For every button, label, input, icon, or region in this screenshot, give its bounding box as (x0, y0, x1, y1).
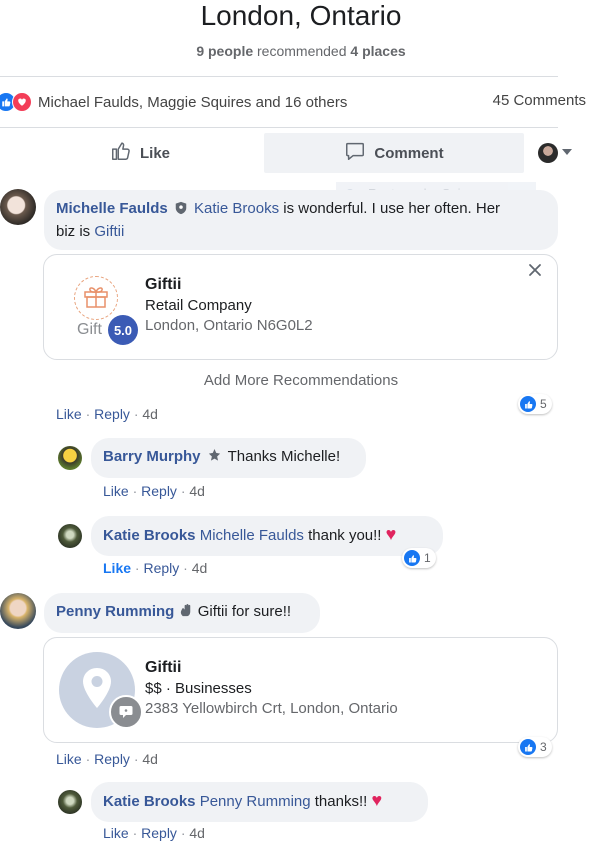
comment-actions: Like · Reply · 4d (56, 406, 158, 422)
reaction-count[interactable]: 5 (518, 394, 552, 414)
add-more-recommendations[interactable]: Add More Recommendations (0, 372, 602, 389)
summary-connector: recommended (253, 43, 351, 59)
comment-reply-link[interactable]: Reply (141, 825, 177, 841)
comment-text: thank you!! (303, 527, 382, 544)
comment-reply-link[interactable]: Reply (94, 406, 130, 422)
comment-text: is wonderful. I use her often. Her (279, 200, 501, 217)
card-category: $$ · Businesses (145, 680, 252, 697)
comment-author[interactable]: Katie Brooks (103, 527, 196, 544)
reactors-names[interactable]: Michael Faulds, Maggie Squires and 16 ot… (38, 94, 347, 111)
reaction-count-number: 3 (540, 740, 547, 754)
places-count[interactable]: 4 places (350, 43, 405, 59)
caret-down-icon[interactable] (562, 149, 572, 155)
comment-time[interactable]: 4d (142, 406, 158, 422)
comment-bubble: Michelle Faulds Katie Brooks is wonderfu… (44, 190, 558, 250)
comment-author[interactable]: Michelle Faulds (56, 200, 168, 217)
card-title[interactable]: Giftii (145, 659, 181, 677)
comment-actions: Like · Reply · 4d (103, 825, 205, 841)
speech-bubble-icon (344, 140, 366, 166)
like-reaction-icon (520, 396, 536, 412)
close-icon[interactable] (528, 263, 542, 282)
page-link[interactable]: Giftii (94, 223, 124, 240)
comment-bubble: Katie Brooks Michelle Faulds thank you!!… (91, 516, 443, 556)
divider (0, 127, 558, 128)
comment-actions: Like · Reply · 4d (103, 560, 208, 576)
avatar[interactable] (58, 446, 82, 470)
avatar[interactable] (0, 593, 36, 629)
comment-time[interactable]: 4d (189, 825, 205, 841)
like-reaction-icon (404, 550, 420, 566)
love-reaction-icon (12, 92, 32, 112)
comments-count[interactable]: 45 Comments (493, 92, 586, 109)
divider (0, 76, 558, 77)
comment-actions: Like · Reply · 4d (103, 483, 205, 499)
comment-author[interactable]: Katie Brooks (103, 793, 196, 810)
reaction-count[interactable]: 3 (518, 737, 552, 757)
chat-badge-icon (109, 695, 143, 729)
comment-reply-link[interactable]: Reply (143, 560, 179, 576)
comment-reply-link[interactable]: Reply (94, 751, 130, 767)
heart-icon: ♥ (385, 524, 397, 544)
comment-button[interactable]: Comment (264, 133, 524, 173)
tagged-user[interactable]: Michelle Faulds (200, 527, 304, 544)
comment-bubble: Penny Rumming Giftii for sure!! (44, 593, 320, 633)
comment-reply-link[interactable]: Reply (141, 483, 177, 499)
card-address: London, Ontario N6G0L2 (145, 317, 313, 334)
like-label: Like (139, 144, 170, 162)
comment-author[interactable]: Penny Rumming (56, 603, 174, 620)
comment-bubble: Barry Murphy Thanks Michelle! (91, 438, 366, 478)
avatar[interactable] (58, 790, 82, 814)
comment-bubble: Katie Brooks Penny Rumming thanks!! ♥ (91, 782, 428, 822)
comment-text: Giftii for sure!! (193, 603, 292, 620)
comment-like-link[interactable]: Like (103, 825, 129, 841)
recommendation-card[interactable]: Giftii $$ · Businesses 2383 Yellowbirch … (43, 637, 558, 743)
wave-hand-icon (179, 603, 194, 624)
heart-icon: ♥ (371, 790, 383, 810)
comment-time[interactable]: 4d (192, 560, 208, 576)
card-title[interactable]: Giftii (145, 276, 181, 294)
comment-author[interactable]: Barry Murphy (103, 448, 201, 465)
reaction-count[interactable]: 1 (402, 548, 436, 568)
reaction-count-number: 1 (424, 551, 431, 565)
comment-text: Thanks Michelle! (223, 448, 341, 465)
recommendation-summary: 9 people recommended 4 places (0, 43, 602, 59)
star-badge-icon (207, 448, 222, 469)
avatar[interactable] (58, 524, 82, 548)
tagged-user[interactable]: Penny Rumming (200, 793, 311, 810)
shield-icon (174, 200, 188, 221)
avatar[interactable] (0, 189, 36, 225)
thumbs-up-icon (110, 140, 132, 166)
gift-icon (82, 283, 110, 314)
like-button[interactable]: Like (50, 133, 230, 173)
card-address: 2383 Yellowbirch Crt, London, Ontario (145, 700, 398, 717)
comment-like-link[interactable]: Like (103, 560, 131, 576)
comment-like-link[interactable]: Like (103, 483, 129, 499)
recommendation-card[interactable]: Gift 5.0 Giftii Retail Company London, O… (43, 254, 558, 360)
profile-avatar[interactable] (538, 143, 558, 163)
comment-time[interactable]: 4d (189, 483, 205, 499)
comment-time[interactable]: 4d (142, 751, 158, 767)
comment-actions: Like · Reply · 4d (56, 751, 158, 767)
comment-text: thanks!! (310, 793, 368, 810)
gift-logo (74, 276, 118, 320)
comment-like-link[interactable]: Like (56, 751, 82, 767)
like-reaction-icon (520, 739, 536, 755)
page-title: London, Ontario (200, 0, 402, 31)
reaction-summary[interactable]: Michael Faulds, Maggie Squires and 16 ot… (0, 91, 347, 113)
reaction-count-number: 5 (540, 397, 547, 411)
card-category: Retail Company (145, 297, 252, 314)
comment-label: Comment (374, 144, 444, 162)
tagged-user[interactable]: Katie Brooks (194, 200, 279, 217)
people-count[interactable]: 9 people (196, 43, 253, 59)
rating-badge: 5.0 (108, 315, 138, 345)
comment-like-link[interactable]: Like (56, 406, 82, 422)
comment-text-cont: biz is (56, 223, 95, 240)
logo-text: Gift (77, 321, 102, 338)
